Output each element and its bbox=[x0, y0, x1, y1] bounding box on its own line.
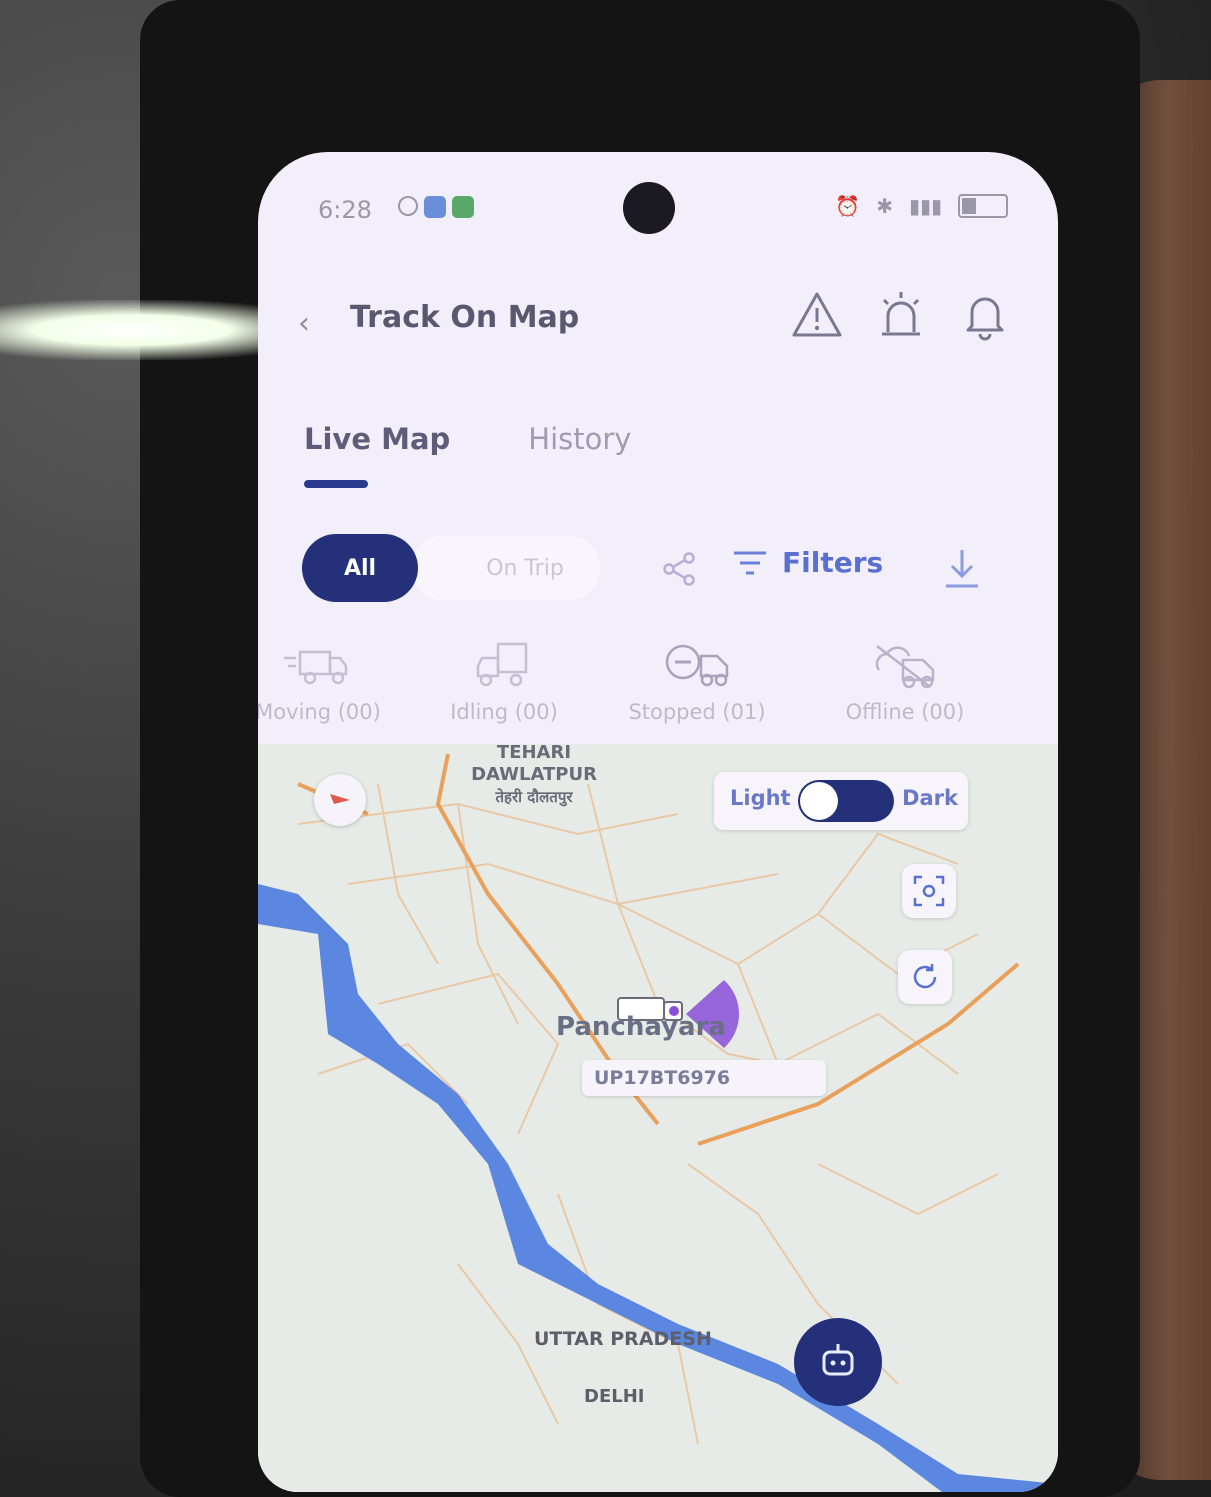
filter-row: On Trip All Filters bbox=[302, 532, 1022, 608]
siren-icon[interactable] bbox=[874, 288, 928, 342]
notification-icons bbox=[398, 196, 474, 218]
status-idling[interactable]: Idling (00) bbox=[434, 640, 574, 724]
vehicle-plate-label[interactable]: UP17BT6976 bbox=[582, 1060, 826, 1096]
compass-button[interactable] bbox=[314, 774, 366, 826]
focus-icon bbox=[913, 875, 945, 907]
camera-cutout bbox=[623, 182, 675, 234]
area-name-local: तेहरी दौलतपुर bbox=[495, 788, 573, 806]
village-label: Panchayara bbox=[556, 1012, 726, 1042]
notification-icon bbox=[398, 196, 418, 216]
page-title: Track On Map bbox=[350, 300, 580, 335]
on-trip-chip[interactable]: On Trip bbox=[410, 536, 600, 600]
filters-button[interactable]: Filters bbox=[732, 546, 883, 579]
tab-live-map[interactable]: Live Map bbox=[304, 422, 451, 488]
city-label: DELHI bbox=[584, 1386, 645, 1407]
app-header: ‹ Track On Map bbox=[258, 272, 1058, 362]
chatbot-icon bbox=[822, 1344, 854, 1376]
on-trip-label: On Trip bbox=[486, 555, 564, 581]
live-map[interactable]: TEHARI DAWLATPUR तेहरी दौलतपुर Light Dar… bbox=[258, 744, 1058, 1492]
bell-icon[interactable] bbox=[958, 288, 1012, 342]
light-label: Light bbox=[730, 786, 791, 810]
dark-label: Dark bbox=[902, 786, 958, 810]
status-moving[interactable]: Moving (00) bbox=[258, 640, 398, 724]
map-base bbox=[258, 753, 1058, 1492]
vehicle-status-row: Moving (00) Idling (00) Stopped (01) Off… bbox=[258, 640, 1058, 740]
all-chip[interactable]: All bbox=[302, 534, 418, 602]
recenter-button[interactable] bbox=[902, 864, 956, 918]
active-tab-indicator bbox=[304, 480, 368, 488]
system-icons: ⏰ ✱ ▮▮▮ bbox=[835, 194, 1008, 218]
signal-icon: ▮▮▮ bbox=[908, 194, 942, 218]
status-label: Moving (00) bbox=[258, 700, 381, 724]
bluetooth-icon: ✱ bbox=[876, 194, 893, 218]
download-icon[interactable] bbox=[942, 546, 982, 590]
compass-icon bbox=[330, 794, 350, 804]
tab-label: History bbox=[528, 422, 632, 456]
switch-knob bbox=[800, 782, 838, 820]
state-label: UTTAR PRADESH bbox=[534, 1328, 712, 1350]
status-label: Stopped (01) bbox=[628, 700, 766, 724]
filter-icon bbox=[734, 551, 766, 574]
refresh-icon bbox=[913, 964, 937, 989]
status-time: 6:28 bbox=[318, 196, 372, 224]
battery-icon bbox=[958, 194, 1008, 218]
truck-idling-icon bbox=[476, 642, 528, 687]
share-icon[interactable] bbox=[660, 550, 698, 588]
filters-label: Filters bbox=[782, 546, 884, 579]
status-offline[interactable]: Offline (00) bbox=[830, 640, 980, 724]
phone-screen: 6:28 ⏰ ✱ ▮▮▮ ‹ Track On Map Live Map His… bbox=[258, 152, 1058, 1492]
alarm-icon: ⏰ bbox=[835, 194, 861, 218]
chatbot-button[interactable] bbox=[794, 1318, 882, 1406]
back-button[interactable]: ‹ bbox=[298, 306, 310, 341]
map-theme-toggle[interactable]: Light Dark bbox=[714, 772, 968, 830]
vehicle-plate: UP17BT6976 bbox=[594, 1067, 731, 1089]
refresh-button[interactable] bbox=[898, 950, 952, 1004]
tab-history[interactable]: History bbox=[528, 422, 631, 456]
truck-offline-icon bbox=[875, 645, 935, 689]
tab-bar: Live Map History bbox=[304, 422, 631, 488]
warning-icon[interactable] bbox=[790, 288, 844, 342]
truck-stopped-icon bbox=[665, 644, 729, 687]
area-name: TEHARI DAWLATPUR bbox=[471, 744, 597, 785]
app-icon bbox=[424, 196, 446, 218]
tab-label: Live Map bbox=[304, 422, 451, 456]
area-label: TEHARI DAWLATPUR तेहरी दौलतपुर bbox=[464, 744, 604, 808]
header-actions bbox=[790, 288, 1012, 342]
theme-switch[interactable] bbox=[798, 780, 894, 822]
status-stopped[interactable]: Stopped (01) bbox=[612, 640, 782, 724]
status-label: Idling (00) bbox=[450, 700, 558, 724]
status-label: Offline (00) bbox=[845, 700, 965, 724]
truck-moving-icon bbox=[284, 650, 348, 685]
app-icon bbox=[452, 196, 474, 218]
